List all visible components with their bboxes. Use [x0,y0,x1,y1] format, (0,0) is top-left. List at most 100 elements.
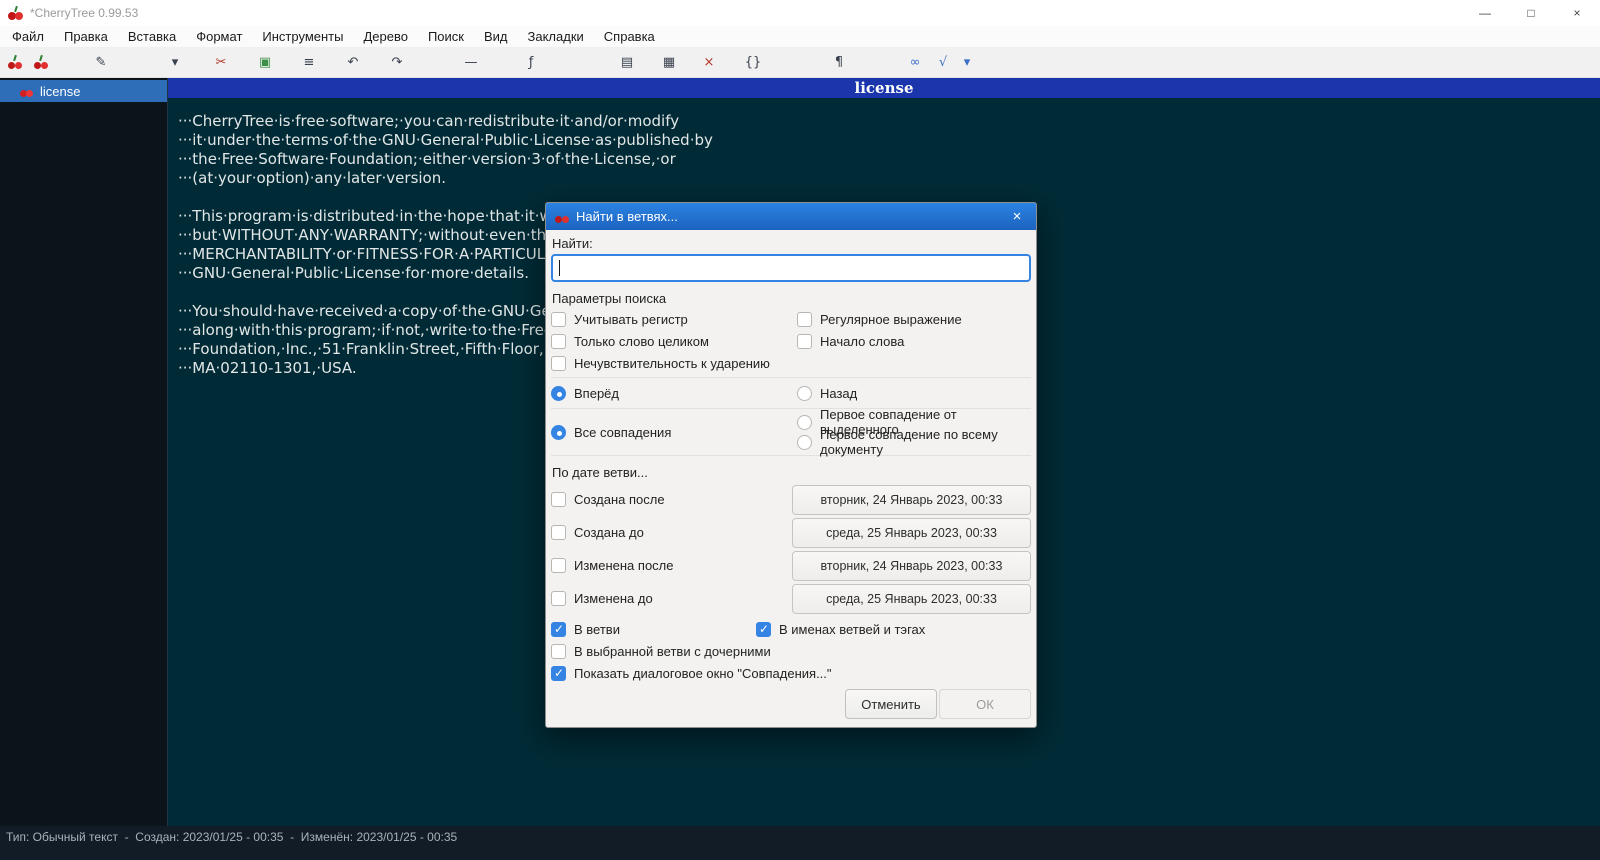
menu-tools[interactable]: Инструменты [252,26,353,47]
editor-line: ···it·under·the·terms·of·the·GNU·General… [178,131,713,149]
statusbar: Тип: Обычный текст - Создан: 2023/01/25 … [0,826,1600,860]
math-icon[interactable]: √ [932,52,954,74]
checkbox-label: Изменена до [574,591,653,606]
checkbox-label: Нечувствительность к ударению [574,356,770,371]
checkbox-box [551,622,566,637]
node-edit-icon[interactable]: ✎ [90,52,112,74]
app-cherry-icon [8,5,23,20]
checkbox-label: Учитывать регистр [574,312,688,327]
window-titlebar: *CherryTree 0.99.53 — □ × [0,0,1600,26]
paste-icon[interactable]: ▣ [254,52,276,74]
checkbox-show-matches-dialog[interactable]: Показать диалоговое окно "Совпадения..." [551,664,832,684]
image-icon[interactable]: ▦ [658,52,680,74]
new-node-icon[interactable] [8,54,23,69]
checkbox-whole-word[interactable]: Только слово целиком [551,332,709,352]
list-icon[interactable]: ≡ [298,52,320,74]
menu-insert[interactable]: Вставка [118,26,186,47]
hrule-icon[interactable]: — [460,52,482,74]
redo-icon[interactable]: ↷ [386,52,408,74]
radio-backward[interactable]: Назад [797,383,857,403]
menubar: Файл Правка Вставка Формат Инструменты Д… [0,26,1600,48]
checkbox-label: Только слово целиком [574,334,709,349]
find-in-nodes-dialog: Найти в ветвях... × Найти: Параметры пои… [545,202,1037,728]
divider [551,377,1031,378]
radio-dot [797,385,812,401]
modified-after-date-button[interactable]: вторник, 24 Январь 2023, 00:33 [792,550,1031,581]
search-params-label: Параметры поиска [552,291,667,306]
menu-bookmarks[interactable]: Закладки [518,26,594,47]
radio-all-matches[interactable]: Все совпадения [551,422,671,442]
menu-tree[interactable]: Дерево [353,26,417,47]
formula-icon[interactable]: ƒ [520,52,542,74]
window-title: *CherryTree 0.99.53 [30,6,139,20]
menu-edit[interactable]: Правка [54,26,118,47]
radio-dot [797,414,812,430]
checkbox-accent-insensitive[interactable]: Нечувствительность к ударению [551,354,770,374]
find-label: Найти: [552,236,593,251]
checkbox-box [551,558,566,573]
modified-before-date-button[interactable]: среда, 25 Январь 2023, 00:33 [792,583,1031,614]
dialog-title: Найти в ветвях... [576,209,678,224]
created-after-date-button[interactable]: вторник, 24 Январь 2023, 00:33 [792,484,1031,515]
dialog-close-icon[interactable]: × [1007,208,1027,225]
new-subnode-icon[interactable] [34,54,49,69]
checkbox-word-start[interactable]: Начало слова [797,332,904,352]
menu-view[interactable]: Вид [474,26,518,47]
menu-file[interactable]: Файл [2,26,54,47]
checkbox-label: В ветви [574,622,620,637]
radio-dot [797,434,812,450]
text-caret [559,260,560,276]
checkbox-label: В выбранной ветви с дочерними [574,644,771,659]
checkbox-in-selected-with-children[interactable]: В выбранной ветви с дочерними [551,642,771,662]
checkbox-label: В именах ветвей и тэгах [779,622,926,637]
checkbox-box [551,644,566,659]
search-input[interactable] [551,254,1031,282]
menu-help[interactable]: Справка [594,26,665,47]
ok-button[interactable]: ОК [939,689,1031,719]
tree-item-license[interactable]: license [0,80,167,102]
dialog-titlebar[interactable]: Найти в ветвях... × [546,203,1036,230]
clear-format-icon[interactable]: × [698,52,720,74]
window-controls: — □ × [1462,0,1600,26]
checkbox-label: Показать диалоговое окно "Совпадения..." [574,666,832,681]
radio-first-in-document[interactable]: Первое совпадение по всему документу [797,427,1031,457]
undo-icon[interactable]: ↶ [342,52,364,74]
more-dropdown-icon[interactable]: ▾ [956,52,978,74]
radio-label: Вперёд [574,385,619,401]
radio-label: Первое совпадение по всему документу [820,427,998,457]
checkbox-box [797,312,812,327]
minimize-button[interactable]: — [1462,0,1508,26]
checkbox-regexp[interactable]: Регулярное выражение [797,310,962,330]
maximize-button[interactable]: □ [1508,0,1554,26]
radio-forward[interactable]: Вперёд [551,383,619,403]
checkbox-in-names-tags[interactable]: В именах ветвей и тэгах [756,620,925,640]
node-cherry-icon [20,85,33,97]
checkbox-box [797,334,812,349]
date-section-label: По дате ветви... [552,465,648,480]
link-icon[interactable]: ∞ [904,52,926,74]
menu-search[interactable]: Поиск [418,26,474,47]
node-nav-dropdown-icon[interactable]: ▾ [164,52,186,74]
checkbox-box [551,334,566,349]
checkbox-box [551,525,566,540]
checkbox-match-case[interactable]: Учитывать регистр [551,310,688,330]
created-before-date-button[interactable]: среда, 25 Январь 2023, 00:33 [792,517,1031,548]
checkbox-label: Изменена после [574,558,674,573]
editor-line: ···CherryTree·is·free·software;·you·can·… [178,112,680,130]
table-icon[interactable]: ▤ [616,52,638,74]
menu-format[interactable]: Формат [186,26,252,47]
checkbox-created-before[interactable]: Создана до [551,523,644,543]
codebox-icon[interactable]: {} [742,52,764,74]
toolbar: ✎ ▾ ✂ ▣ ≡ ↶ ↷ — ƒ ▤ ▦ × {} ¶ ∞ √ ▾ [0,48,1600,78]
checkbox-box [551,312,566,327]
cancel-button[interactable]: Отменить [845,689,937,719]
checkbox-created-after[interactable]: Создана после [551,490,665,510]
pilcrow-icon[interactable]: ¶ [828,52,850,74]
tree-item-label: license [40,83,81,99]
close-button[interactable]: × [1554,0,1600,26]
tree-panel[interactable]: license [0,78,168,826]
checkbox-in-node[interactable]: В ветви [551,620,620,640]
checkbox-modified-before[interactable]: Изменена до [551,589,653,609]
cut-icon[interactable]: ✂ [210,52,232,74]
checkbox-modified-after[interactable]: Изменена после [551,556,674,576]
